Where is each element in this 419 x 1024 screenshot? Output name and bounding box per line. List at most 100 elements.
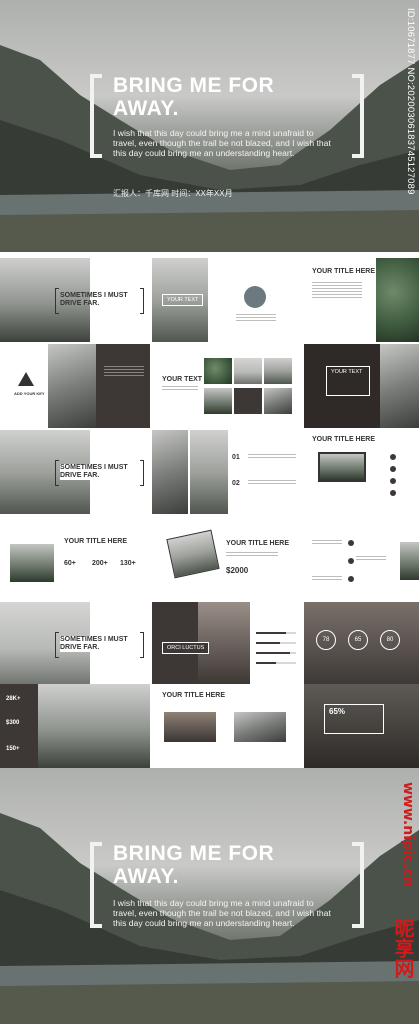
slide-title: YOUR TITLE HERE — [64, 538, 128, 545]
slide-stats-1[interactable]: YOUR TITLE HERE 60+ 200+ 130+ — [0, 516, 150, 600]
skill-bar-4 — [256, 662, 296, 664]
stat-value-2: $300 — [6, 720, 20, 726]
cover-meta: 汇报人：千库网 时间：XX年XX月 — [113, 189, 233, 198]
slide-numbered-list[interactable]: 01 02 — [152, 430, 302, 514]
timeline-dot — [348, 576, 354, 582]
slide-drive-far-3[interactable]: SOMETIMES I MUST DRIVE FAR. — [0, 602, 150, 686]
forest-photo — [400, 542, 419, 580]
slide-circle-stats[interactable]: 78 65 80 — [304, 602, 419, 686]
list-number-1: 01 — [232, 454, 240, 461]
key-label: ADD YOUR KEY — [14, 391, 45, 396]
slide-title-here-1[interactable]: YOUR TITLE HERE — [304, 258, 419, 342]
road-photo — [38, 684, 150, 768]
skill-bar-1 — [256, 632, 296, 634]
slide-timeline[interactable] — [304, 516, 419, 600]
bracket-left-small — [55, 632, 59, 658]
thumb-photo-4 — [204, 388, 232, 414]
tilted-photo — [166, 529, 220, 579]
body-text-lines — [104, 366, 144, 378]
body-text-lines — [236, 314, 276, 323]
sea-photo — [152, 430, 188, 514]
bracket-right-small — [140, 632, 144, 658]
slide-title: SOMETIMES I MUST DRIVE FAR. — [60, 636, 144, 652]
slide-title: YOUR TITLE HERE — [162, 692, 226, 699]
cover-title: BRING ME FOR AWAY. — [113, 842, 274, 888]
thumb-photo-5 — [234, 388, 262, 414]
slide-your-text-2[interactable]: YOUR TEXT — [152, 344, 302, 428]
slide-title-here-3[interactable]: YOUR TITLE HERE — [152, 684, 302, 768]
bracket-left-small — [55, 460, 59, 486]
watermark-brand: 昵享网 — [391, 918, 415, 978]
bracket-right-small — [140, 288, 144, 314]
slide-title: YOUR TITLE HERE — [312, 436, 376, 443]
stat-circle-2: 65 — [348, 630, 368, 650]
bullet-icon — [390, 454, 396, 460]
stat-value-1: 60+ — [64, 560, 76, 567]
leaf-photo — [376, 258, 419, 342]
slide-profile[interactable]: ORCI LUCTUS — [152, 602, 302, 686]
watermark-url: www.nipic.cn — [400, 782, 416, 887]
slide-title: YOUR TITLE HERE — [226, 540, 290, 547]
thumb-photo-1 — [204, 358, 232, 384]
stat-value-3: 150+ — [6, 746, 20, 752]
timeline-text-3 — [312, 576, 342, 582]
slide-thumbnail-grid: SOMETIMES I MUST DRIVE FAR. YOUR TEXT YO… — [0, 252, 419, 768]
cover-title-line2: AWAY. — [113, 865, 179, 888]
stat-circle-3: 80 — [380, 630, 400, 650]
forest-photo — [10, 544, 54, 582]
avatar-photo — [244, 286, 266, 308]
price-value: $2000 — [226, 566, 249, 575]
cover-subtitle: I wish that this day could bring me a mi… — [113, 128, 331, 158]
list-number-2: 02 — [232, 480, 240, 487]
stat-value-2: 200+ — [92, 560, 108, 567]
dark-panel — [96, 344, 150, 428]
right-bracket — [352, 74, 364, 158]
slide-key-1[interactable]: ADD YOUR KEY — [0, 344, 150, 428]
motorcycle-photo — [164, 712, 216, 742]
stat-value-3: 130+ — [120, 560, 136, 567]
body-text-lines — [312, 282, 362, 300]
slide-title: YOUR TITLE HERE — [312, 268, 376, 275]
laptop-screen — [318, 452, 366, 482]
stat-value-1: 28K+ — [6, 696, 21, 702]
bracket-right-small — [140, 460, 144, 486]
slide-drive-far-2[interactable]: SOMETIMES I MUST DRIVE FAR. — [0, 430, 150, 514]
stat-circle-1: 78 — [316, 630, 336, 650]
timeline-dot — [348, 558, 354, 564]
slide-drive-far-1[interactable]: SOMETIMES I MUST DRIVE FAR. — [0, 258, 150, 342]
timeline-dot — [348, 540, 354, 546]
body-text-lines — [162, 386, 198, 392]
slide-title: SOMETIMES I MUST DRIVE FAR. — [60, 464, 144, 480]
bracket-left-small — [55, 288, 59, 314]
slide-title-here-2[interactable]: YOUR TITLE HERE — [304, 430, 419, 514]
cover-title: BRING ME FOR AWAY. — [113, 74, 274, 120]
timeline-text-1 — [312, 540, 342, 546]
mountain-photo — [190, 430, 228, 514]
slide-price[interactable]: YOUR TITLE HERE $2000 — [152, 516, 302, 600]
warning-icon — [18, 372, 34, 386]
text-label: YOUR TEXT — [326, 366, 370, 396]
left-bracket — [90, 74, 102, 158]
bullet-icon — [390, 478, 396, 484]
bullet-icon — [390, 490, 396, 496]
slide-road-stats[interactable]: 28K+ $300 150+ — [0, 684, 150, 768]
timeline-text-2 — [356, 556, 386, 562]
slide-your-text-3[interactable]: YOUR TEXT — [304, 344, 419, 428]
hero-cover-bottom: BRING ME FOR AWAY. I wish that this day … — [0, 768, 419, 1024]
percent-label: 65% — [324, 704, 384, 734]
person-photo — [380, 344, 419, 428]
body-text-lines — [248, 480, 296, 486]
watermark-id: ID:10671877 NO:20200306183745127089 — [405, 8, 416, 195]
skill-bar-2 — [256, 642, 296, 644]
car-photo — [234, 712, 286, 742]
right-bracket — [352, 842, 364, 928]
sea-photo — [48, 344, 96, 428]
skill-bar-3 — [256, 652, 296, 654]
slide-percent[interactable]: 65% — [304, 684, 419, 768]
thumb-photo-3 — [264, 358, 292, 384]
slide-your-text-1[interactable]: YOUR TEXT — [152, 258, 302, 342]
slide-title: SOMETIMES I MUST DRIVE FAR. — [60, 292, 128, 307]
cover-title-line2: AWAY. — [113, 97, 179, 120]
thumb-photo-6 — [264, 388, 292, 414]
text-label: YOUR TEXT — [162, 376, 203, 383]
